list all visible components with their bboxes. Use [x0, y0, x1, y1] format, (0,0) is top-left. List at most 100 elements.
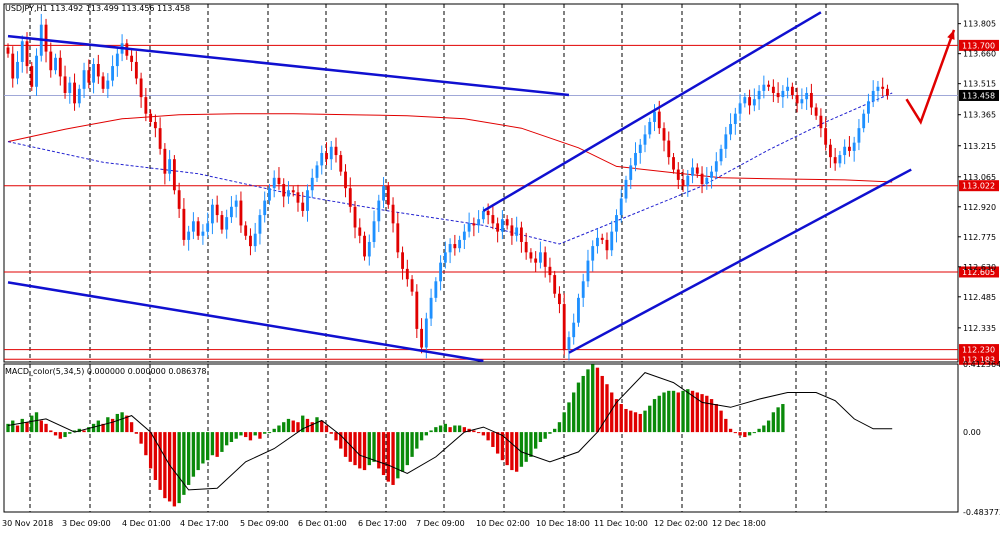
- candle-body: [63, 76, 67, 93]
- candle-body: [230, 206, 233, 218]
- macd-bar: [139, 432, 143, 444]
- candle-body: [809, 92, 813, 108]
- candle-body: [287, 190, 290, 197]
- macd-bar: [724, 418, 728, 433]
- y-tick-label: 112.485: [963, 293, 996, 302]
- channel-line: [568, 168, 912, 354]
- candle-body: [519, 227, 523, 242]
- candle-body: [867, 101, 870, 114]
- macd-bar: [733, 432, 737, 434]
- candle-body: [344, 171, 347, 189]
- candle-body: [239, 200, 243, 226]
- macd-bar: [239, 432, 243, 436]
- macd-bar: [205, 432, 210, 461]
- candle-body: [553, 275, 557, 294]
- macd-bar: [296, 422, 300, 433]
- macd-bar: [681, 390, 685, 433]
- macd-bar: [657, 395, 661, 433]
- candle-body: [210, 204, 214, 224]
- x-tick-label: 4 Dec 17:00: [180, 519, 229, 528]
- macd-bar: [671, 390, 676, 433]
- candle-body: [215, 204, 219, 216]
- x-tick-label: 10 Dec 18:00: [536, 519, 590, 528]
- macd-bar: [410, 432, 414, 457]
- candle-body: [629, 165, 633, 180]
- candle-body: [819, 115, 823, 129]
- candle-body: [443, 252, 447, 263]
- candle-body: [310, 177, 314, 191]
- candle-body: [477, 219, 481, 226]
- macd-bar: [553, 428, 557, 433]
- candle-body: [258, 215, 262, 234]
- projection-arrowhead: [947, 29, 955, 40]
- candle-body: [101, 76, 105, 89]
- candle-body: [881, 86, 885, 89]
- macd-bar: [263, 432, 267, 434]
- macd-bar: [334, 432, 338, 441]
- macd-bar: [438, 425, 443, 433]
- candle-body: [268, 188, 271, 201]
- candle-body: [600, 237, 604, 240]
- macd-bar: [215, 432, 219, 457]
- macd-y-tick-label: 0.412364: [963, 360, 1000, 369]
- candle-body: [615, 215, 618, 232]
- candle-body: [234, 200, 238, 207]
- candle-body: [434, 281, 438, 298]
- macd-bar: [358, 432, 362, 469]
- macd-bar: [776, 407, 780, 433]
- candle-body: [871, 90, 875, 102]
- candle-body: [30, 66, 34, 87]
- candle-body: [700, 173, 704, 185]
- candle-body: [534, 258, 538, 263]
- macd-y-tick-label: -0.483773: [963, 508, 1000, 517]
- candle-body: [586, 260, 590, 282]
- candle-body: [291, 190, 295, 193]
- candle-body: [58, 57, 62, 77]
- candle-body: [743, 97, 747, 104]
- macd-bar: [20, 418, 24, 433]
- candle-body: [757, 90, 761, 100]
- macd-bar: [291, 420, 295, 433]
- chart-canvas[interactable]: 113.700113.022112.605112.230112.183113.4…: [0, 0, 1000, 533]
- macd-bar: [305, 418, 310, 433]
- macd-bar: [272, 428, 276, 433]
- candle-body: [153, 121, 157, 129]
- candle-body: [481, 210, 485, 220]
- candle-body: [543, 252, 547, 267]
- macd-bar: [605, 384, 609, 433]
- candle-body: [619, 198, 623, 216]
- candle-body: [767, 84, 771, 87]
- candle-body: [491, 215, 495, 224]
- macd-bar: [244, 432, 248, 438]
- macd-bar: [386, 432, 390, 482]
- macd-bar: [757, 428, 761, 433]
- candle-body: [139, 78, 143, 98]
- trading-chart[interactable]: 113.700 113.022 112.605 112.230 112.183 113.4…: [0, 0, 1000, 533]
- candle-body: [667, 140, 671, 158]
- candle-body: [415, 291, 419, 329]
- candle-body: [567, 337, 571, 350]
- macd-bar: [762, 425, 766, 433]
- candle-body: [296, 192, 300, 203]
- y-tick-label: 113.215: [963, 142, 996, 151]
- candle-body: [149, 113, 153, 122]
- channel-line: [482, 11, 822, 213]
- candle-body: [73, 82, 76, 104]
- candle-body: [130, 55, 134, 62]
- macd-bar: [400, 432, 405, 472]
- x-tick-label: 5 Dec 09:00: [240, 519, 289, 528]
- y-tick-label: 112.775: [963, 233, 996, 242]
- candle-body: [710, 171, 713, 178]
- candle-body: [439, 262, 443, 282]
- candle-body: [824, 128, 828, 145]
- candle-body: [391, 204, 395, 224]
- macd-bar: [220, 432, 224, 452]
- candle-body: [591, 246, 595, 261]
- candle-body: [681, 179, 685, 187]
- candle-body: [334, 146, 338, 156]
- candle-body: [505, 219, 509, 226]
- candle-body: [515, 227, 519, 236]
- candle-body: [500, 219, 504, 232]
- candle-body: [838, 155, 842, 164]
- macd-bar: [548, 432, 552, 434]
